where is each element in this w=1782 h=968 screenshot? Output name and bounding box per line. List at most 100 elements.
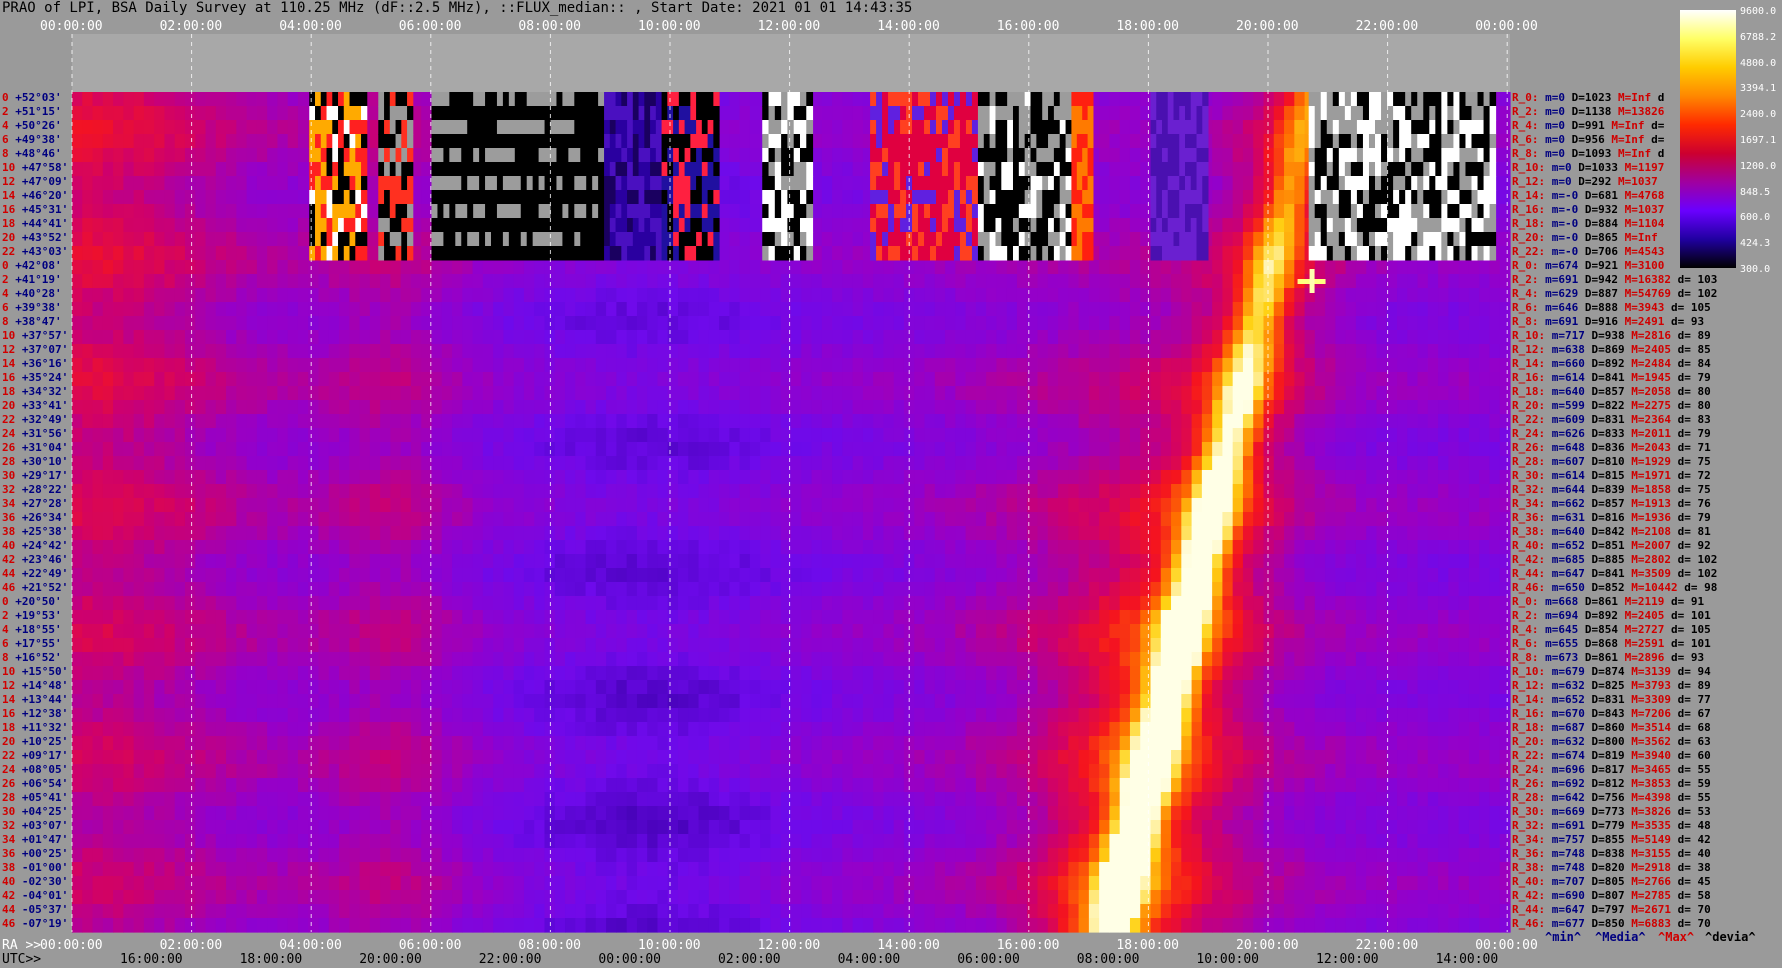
declination-label: 46 -07°19' (2, 918, 72, 930)
stats-median: D=800 (1584, 735, 1625, 748)
stats-row: R_40: m=652 D=851 M=2007 d= 92 (1512, 540, 1711, 552)
declination-label: 10 +37°57' (2, 330, 72, 342)
stats-min: m=717 (1545, 329, 1585, 342)
stats-label: R_40: (1512, 539, 1546, 552)
stats-max: M=3465 (1624, 763, 1671, 776)
stats-label: R_34: (1512, 497, 1546, 510)
bottom-ra-tick: 10:00:00 (638, 938, 701, 953)
stats-dev: d= 58 (1670, 889, 1711, 902)
stats-dev: d= 84 (1670, 357, 1711, 370)
stats-dev: d= 81 (1670, 525, 1711, 538)
stats-label: R_4: (1512, 287, 1539, 300)
declination-value: -01°00' (21, 861, 69, 874)
stats-max: M=2484 (1624, 357, 1671, 370)
stats-max: M=4768 (1618, 189, 1665, 202)
declination-index: 36 (2, 511, 22, 524)
declination-value: +14°48' (21, 679, 69, 692)
bottom-utc-tick: 00:00:00 (598, 952, 662, 967)
stats-row: R_20: m=599 D=822 M=2275 d= 80 (1512, 400, 1711, 412)
colorbar-tick-label: 600.0 (1740, 212, 1771, 224)
stats-median: D=869 (1584, 343, 1625, 356)
stats-min: m=757 (1545, 833, 1585, 846)
legend-median: ^Media^ (1595, 930, 1646, 944)
bottom-ra-tick: 20:00:00 (1236, 938, 1299, 953)
stats-min: m=626 (1545, 427, 1585, 440)
bottom-utc-tick: 16:00:00 (120, 952, 183, 967)
declination-index: 6 (2, 637, 16, 650)
stats-label: R_22: (1512, 413, 1546, 426)
declination-value: +44°41' (21, 217, 69, 230)
stats-min: m=644 (1545, 483, 1585, 496)
stats-max: M=2816 (1624, 329, 1671, 342)
stats-row: R_30: m=614 D=815 M=1971 d= 72 (1512, 470, 1711, 482)
stats-max: M=Inf (1604, 133, 1645, 146)
stats-label: R_24: (1512, 427, 1546, 440)
stats-row: R_28: m=642 D=756 M=4398 d= 55 (1512, 792, 1711, 804)
declination-value: +52°03' (15, 91, 62, 104)
declination-index: 4 (2, 119, 16, 132)
declination-value: +47°58' (21, 161, 69, 174)
stats-label: R_22: (1512, 245, 1546, 258)
declination-value: +31°04' (21, 441, 69, 454)
stats-row: R_34: m=757 D=855 M=5149 d= 42 (1512, 834, 1711, 846)
colorbar-tick-label: 848.5 (1740, 186, 1771, 198)
stats-row: R_10: m=679 D=874 M=3139 d= 94 (1512, 666, 1711, 678)
stats-median: D=857 (1584, 385, 1625, 398)
declination-value: +24°42' (21, 539, 69, 552)
declination-value: +33°41' (21, 399, 69, 412)
stats-row: R_40: m=707 D=805 M=2766 d= 45 (1512, 876, 1711, 888)
stats-median: D=292 (1571, 175, 1612, 188)
bottom-ra-tick: 22:00:00 (1355, 938, 1419, 953)
declination-label: 22 +43°03' (2, 246, 72, 258)
declination-label: 36 +26°34' (2, 512, 72, 524)
stats-max: M=1197 (1617, 161, 1665, 174)
declination-value: +10°25' (21, 735, 69, 748)
stats-median: D=820 (1584, 861, 1625, 874)
stats-median: D=991 (1565, 119, 1605, 132)
stats-label: R_2: (1512, 609, 1539, 622)
declination-label: 30 +29°17' (2, 470, 72, 482)
declination-value: +06°54' (21, 777, 69, 790)
declination-value: +41°19' (15, 273, 62, 286)
stats-max: M=10442 (1624, 581, 1678, 594)
stats-label: R_2: (1512, 273, 1539, 286)
stats-median: D=868 (1578, 637, 1618, 650)
stats-label: R_20: (1512, 399, 1546, 412)
bottom-ra-tick: 02:00:00 (159, 938, 223, 953)
stats-dev: d= 101 (1664, 637, 1711, 650)
declination-value: +19°53' (15, 609, 62, 622)
stats-max: M=Inf (1611, 147, 1652, 160)
stats-max: M=3853 (1624, 777, 1671, 790)
declination-value: +05°41' (21, 791, 69, 804)
declination-label: 14 +36°16' (2, 358, 72, 370)
stats-label: R_10: (1512, 665, 1546, 678)
stats-dev: d= 89 (1670, 329, 1711, 342)
stats-row: R_26: m=692 D=812 M=3853 d= 59 (1512, 778, 1711, 790)
declination-value: +31°56' (21, 427, 69, 440)
declination-value: +27°28' (21, 497, 69, 510)
declination-value: +46°20' (21, 189, 69, 202)
stats-dev: d= 79 (1670, 511, 1711, 524)
stats-max: M=1858 (1624, 483, 1671, 496)
declination-label: 28 +30°10' (2, 456, 72, 468)
stats-row: R_12: m=0 D=292 M=1037 (1512, 176, 1658, 188)
stats-dev: d= 102 (1670, 287, 1718, 300)
stats-median: D=916 (1578, 315, 1618, 328)
declination-index: 32 (2, 483, 22, 496)
stats-median: D=807 (1584, 889, 1625, 902)
colorbar-tick-label: 2400.0 (1740, 109, 1777, 121)
stats-max: M=2802 (1624, 553, 1671, 566)
declination-label: 16 +45°31' (2, 204, 72, 216)
stats-max: M=1037 (1611, 175, 1658, 188)
stats-max: M=3562 (1624, 735, 1671, 748)
stats-label: R_16: (1512, 203, 1546, 216)
stats-dev: d= 102 (1670, 567, 1718, 580)
stats-row: R_18: m=640 D=857 M=2058 d= 80 (1512, 386, 1711, 398)
stats-label: R_8: (1512, 315, 1539, 328)
stats-dev: d= 91 (1664, 595, 1705, 608)
stats-label: R_14: (1512, 357, 1546, 370)
stats-min: m=-0 (1545, 231, 1579, 244)
bottom-ra-tick: 00:00:00 (40, 938, 103, 953)
stats-row: R_0: m=668 D=861 M=2119 d= 91 (1512, 596, 1704, 608)
stats-dev: d= 94 (1670, 665, 1711, 678)
